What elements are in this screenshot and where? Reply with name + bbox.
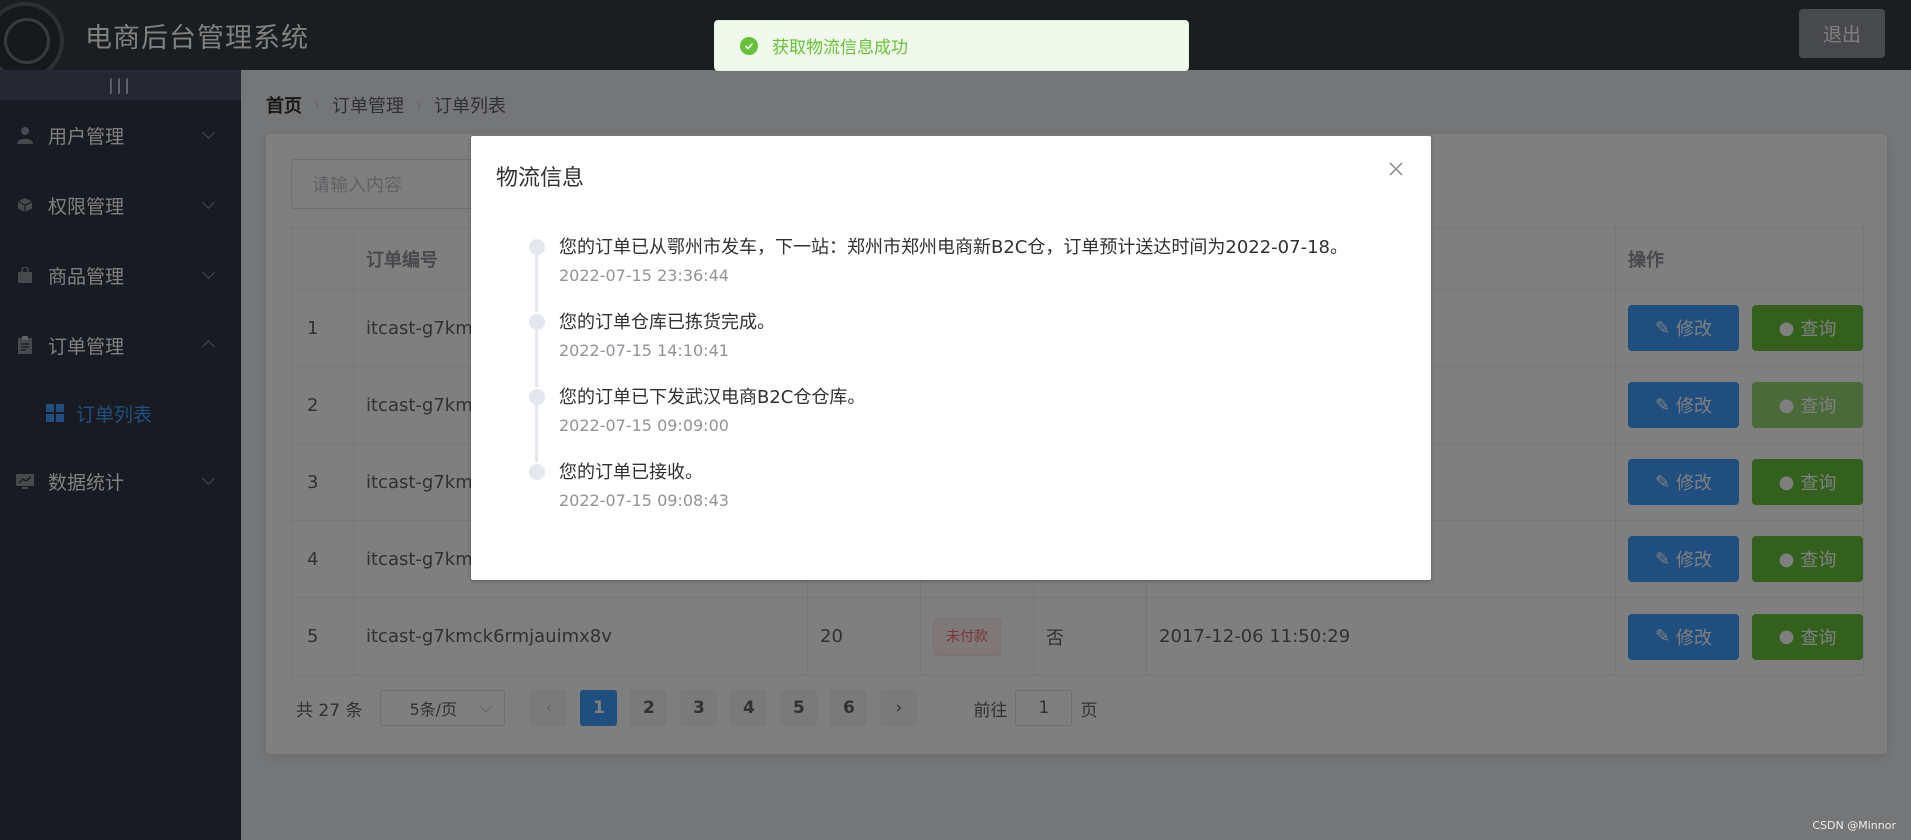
timeline-timestamp: 2022-07-15 09:09:00 — [559, 416, 729, 435]
timeline-content: 您的订单已下发武汉电商B2C仓仓库。 — [559, 387, 866, 408]
timeline-content: 您的订单仓库已拣货完成。 — [559, 312, 775, 333]
timeline-dot — [529, 464, 545, 480]
toast-message: 获取物流信息成功 — [772, 38, 908, 58]
timeline-timestamp: 2022-07-15 09:08:43 — [559, 491, 729, 510]
close-icon[interactable] — [1387, 160, 1405, 178]
timeline-item: 您的订单仓库已拣货完成。 2022-07-15 14:10:41 — [529, 311, 1348, 387]
check-circle-icon — [740, 36, 758, 55]
timeline-item: 您的订单已下发武汉电商B2C仓仓库。 2022-07-15 09:09:00 — [529, 386, 1348, 462]
logistics-dialog: 物流信息 您的订单已从鄂州市发车，下一站：郑州市郑州电商新B2C仓，订单预计送达… — [471, 136, 1431, 580]
timeline-dot — [529, 239, 545, 255]
timeline-item: 您的订单已接收。 2022-07-15 09:08:43 — [529, 461, 1348, 536]
timeline-content: 您的订单已接收。 — [559, 462, 703, 483]
watermark: CSDN @Minnor — [1812, 819, 1896, 832]
timeline-timestamp: 2022-07-15 23:36:44 — [559, 266, 729, 285]
timeline-dot — [529, 389, 545, 405]
timeline-dot — [529, 314, 545, 330]
success-toast: 获取物流信息成功 — [714, 20, 1189, 71]
timeline-timestamp: 2022-07-15 14:10:41 — [559, 341, 729, 360]
logistics-timeline: 您的订单已从鄂州市发车，下一站：郑州市郑州电商新B2C仓，订单预计送达时间为20… — [529, 236, 1348, 536]
timeline-item: 您的订单已从鄂州市发车，下一站：郑州市郑州电商新B2C仓，订单预计送达时间为20… — [529, 236, 1348, 312]
timeline-content: 您的订单已从鄂州市发车，下一站：郑州市郑州电商新B2C仓，订单预计送达时间为20… — [559, 237, 1348, 258]
dialog-title: 物流信息 — [496, 166, 585, 191]
